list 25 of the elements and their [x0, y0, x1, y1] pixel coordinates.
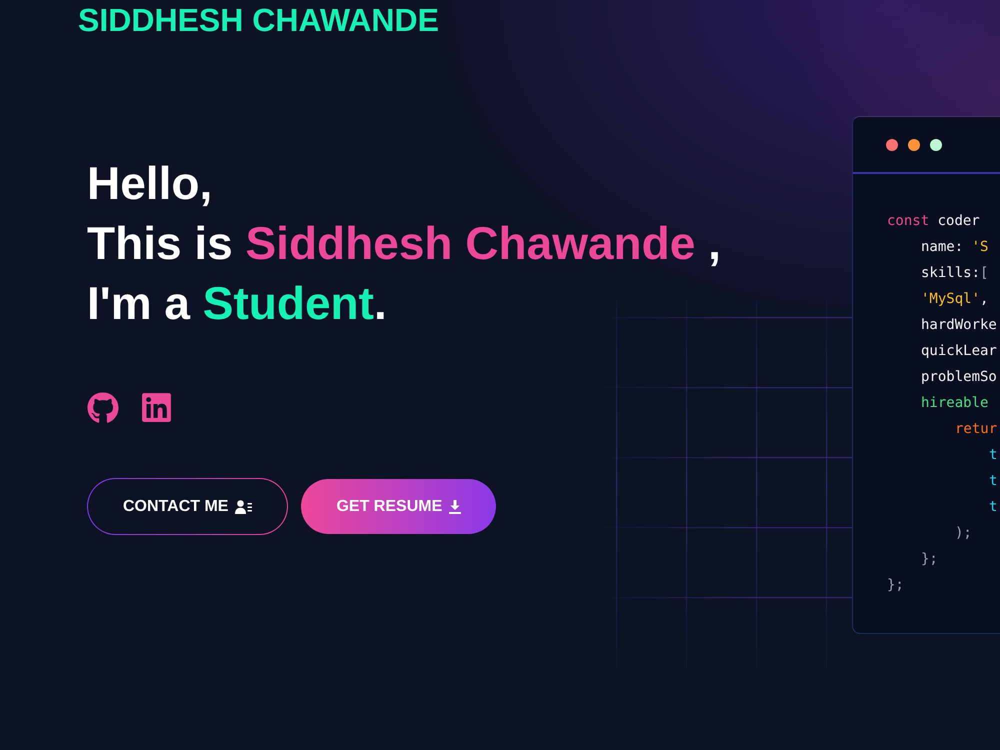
code-line: t: [989, 498, 998, 517]
code-line: skills:[: [921, 264, 988, 283]
code-line: const coder: [887, 212, 980, 231]
code-line: hardWorke: [921, 316, 997, 335]
heading-line: I'm a Student.: [87, 276, 387, 331]
linkedin-icon[interactable]: [140, 391, 173, 424]
person-list-icon: [235, 500, 252, 514]
code-line: };: [921, 550, 938, 569]
contact-button[interactable]: CONTACT ME: [87, 478, 288, 535]
github-icon[interactable]: [87, 392, 119, 424]
resume-button[interactable]: GET RESUME: [301, 479, 496, 534]
code-line: retur: [955, 420, 998, 439]
heading-line: Hello,: [87, 156, 212, 211]
brand-name[interactable]: SIDDHESH CHAWANDE: [78, 0, 439, 40]
code-line: name: 'S: [921, 238, 988, 257]
code-line: problemSo: [921, 368, 997, 387]
code-line: t: [989, 472, 998, 491]
code-line: };: [887, 576, 904, 595]
code-line: );: [955, 524, 972, 543]
code-line: t: [989, 446, 998, 465]
code-line: hireable: [921, 394, 988, 413]
code-line: 'MySql',: [921, 290, 988, 309]
heading-line: This is Siddhesh Chawande ,: [87, 216, 721, 271]
code-line: quickLear: [921, 342, 997, 361]
download-icon: [449, 500, 462, 514]
